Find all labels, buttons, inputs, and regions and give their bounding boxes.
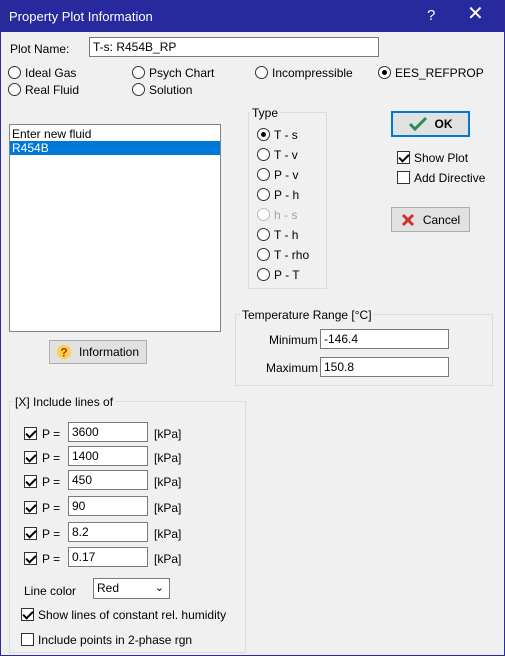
question-mark-icon: ?	[56, 344, 71, 360]
pressure-line-prefix: P =	[42, 475, 61, 489]
pressure-line-checkbox[interactable]	[24, 475, 37, 488]
type-label-t-rho: T - rho	[274, 248, 310, 262]
minimum-input[interactable]: -146.4	[320, 329, 449, 349]
add-directive-checkbox[interactable]	[397, 171, 410, 184]
type-label-t-h: T - h	[274, 228, 299, 242]
maximum-input[interactable]: 150.8	[320, 357, 449, 377]
radio-psych-chart-label: Psych Chart	[149, 66, 215, 80]
type-radio-t-rho[interactable]	[257, 248, 270, 261]
radio-real-fluid-label: Real Fluid	[25, 83, 80, 97]
cross-icon	[401, 213, 415, 227]
list-item-selected[interactable]: R454B	[10, 141, 220, 155]
pressure-line-unit: [kPa]	[154, 475, 182, 489]
property-plot-dialog: Property Plot Information ? ✕ Plot Name:…	[0, 0, 505, 656]
radio-ees-refprop-label: EES_REFPROP	[395, 66, 484, 80]
pressure-line-input[interactable]: 8.2	[68, 522, 148, 542]
pressure-line-unit: [kPa]	[154, 427, 182, 441]
radio-incompressible-label: Incompressible	[272, 66, 353, 80]
pressure-line-unit: [kPa]	[154, 451, 182, 465]
pressure-line-prefix: P =	[42, 427, 61, 441]
pressure-line-checkbox[interactable]	[24, 527, 37, 540]
ok-button-label: OK	[434, 117, 453, 131]
pressure-line-input[interactable]: 0.17	[68, 547, 148, 567]
line-color-dropdown[interactable]: Red ⌄	[93, 578, 170, 599]
pressure-line-checkbox[interactable]	[24, 451, 37, 464]
plot-name-input[interactable]: T-s: R454B_RP	[89, 37, 379, 57]
checkmark-icon	[408, 116, 427, 132]
type-label-t-s: T - s	[274, 128, 298, 142]
temperature-range-title: Temperature Range [°C]	[240, 308, 374, 322]
information-button-label: Information	[78, 345, 140, 359]
radio-psych-chart[interactable]	[132, 66, 145, 79]
cancel-button-label: Cancel	[422, 212, 461, 227]
pressure-line-checkbox[interactable]	[24, 552, 37, 565]
window-title: Property Plot Information	[9, 9, 153, 24]
maximum-label: Maximum	[266, 361, 319, 375]
pressure-line-unit: [kPa]	[154, 552, 182, 566]
radio-incompressible[interactable]	[255, 66, 268, 79]
radio-ideal-gas-label: Ideal Gas	[25, 66, 77, 80]
type-radio-p-v[interactable]	[257, 168, 270, 181]
humidity-lines-checkbox[interactable]	[21, 608, 34, 621]
pressure-line-input[interactable]: 90	[68, 496, 148, 516]
help-icon[interactable]: ?	[427, 7, 435, 24]
type-label-h-s: h - s	[274, 208, 298, 222]
two-phase-label: Include points in 2-phase rgn	[38, 633, 193, 647]
type-radio-t-s[interactable]	[257, 128, 270, 141]
pressure-line-input[interactable]: 450	[68, 470, 148, 490]
plot-name-label: Plot Name:	[10, 42, 70, 56]
radio-real-fluid[interactable]	[8, 83, 21, 96]
radio-solution[interactable]	[132, 83, 145, 96]
pressure-line-input[interactable]: 1400	[68, 446, 148, 466]
ok-button[interactable]: OK	[391, 111, 470, 137]
type-radio-p-h[interactable]	[257, 188, 270, 201]
chevron-down-icon: ⌄	[154, 582, 164, 594]
type-radio-t-h[interactable]	[257, 228, 270, 241]
radio-ideal-gas[interactable]	[8, 66, 21, 79]
type-group-title: Type	[250, 106, 281, 120]
minimum-label: Minimum	[269, 333, 318, 347]
type-radio-h-s	[257, 208, 270, 221]
type-label-p-v: P - v	[274, 168, 299, 182]
fluid-listbox[interactable]: Enter new fluid R454B	[9, 124, 221, 332]
line-color-value: Red	[97, 581, 120, 595]
pressure-line-prefix: P =	[42, 552, 61, 566]
line-color-label: Line color	[24, 584, 77, 598]
title-bar[interactable]: Property Plot Information ? ✕	[1, 1, 504, 32]
list-item[interactable]: Enter new fluid	[10, 127, 220, 141]
pressure-line-input[interactable]: 3600	[68, 422, 148, 442]
pressure-line-checkbox[interactable]	[24, 427, 37, 440]
svg-text:?: ?	[60, 346, 67, 360]
pressure-line-prefix: P =	[42, 451, 61, 465]
close-icon[interactable]: ✕	[467, 4, 484, 24]
type-radio-t-v[interactable]	[257, 148, 270, 161]
two-phase-checkbox[interactable]	[21, 633, 34, 646]
type-radio-p-t[interactable]	[257, 268, 270, 281]
information-button[interactable]: ? Information	[49, 340, 147, 364]
pressure-line-prefix: P =	[42, 527, 61, 541]
radio-solution-label: Solution	[149, 83, 193, 97]
humidity-lines-label: Show lines of constant rel. humidity	[38, 608, 227, 622]
radio-ees-refprop[interactable]	[378, 66, 391, 79]
pressure-line-unit: [kPa]	[154, 527, 182, 541]
show-plot-label: Show Plot	[414, 151, 469, 165]
cancel-button[interactable]: Cancel	[391, 207, 470, 232]
type-label-p-h: P - h	[274, 188, 300, 202]
add-directive-label: Add Directive	[414, 171, 486, 185]
pressure-line-checkbox[interactable]	[24, 501, 37, 514]
pressure-line-unit: [kPa]	[154, 501, 182, 515]
include-lines-title: [X] Include lines of	[13, 395, 116, 409]
type-label-p-t: P - T	[274, 268, 300, 282]
type-label-t-v: T - v	[274, 148, 298, 162]
pressure-line-prefix: P =	[42, 501, 61, 515]
show-plot-checkbox[interactable]	[397, 151, 410, 164]
